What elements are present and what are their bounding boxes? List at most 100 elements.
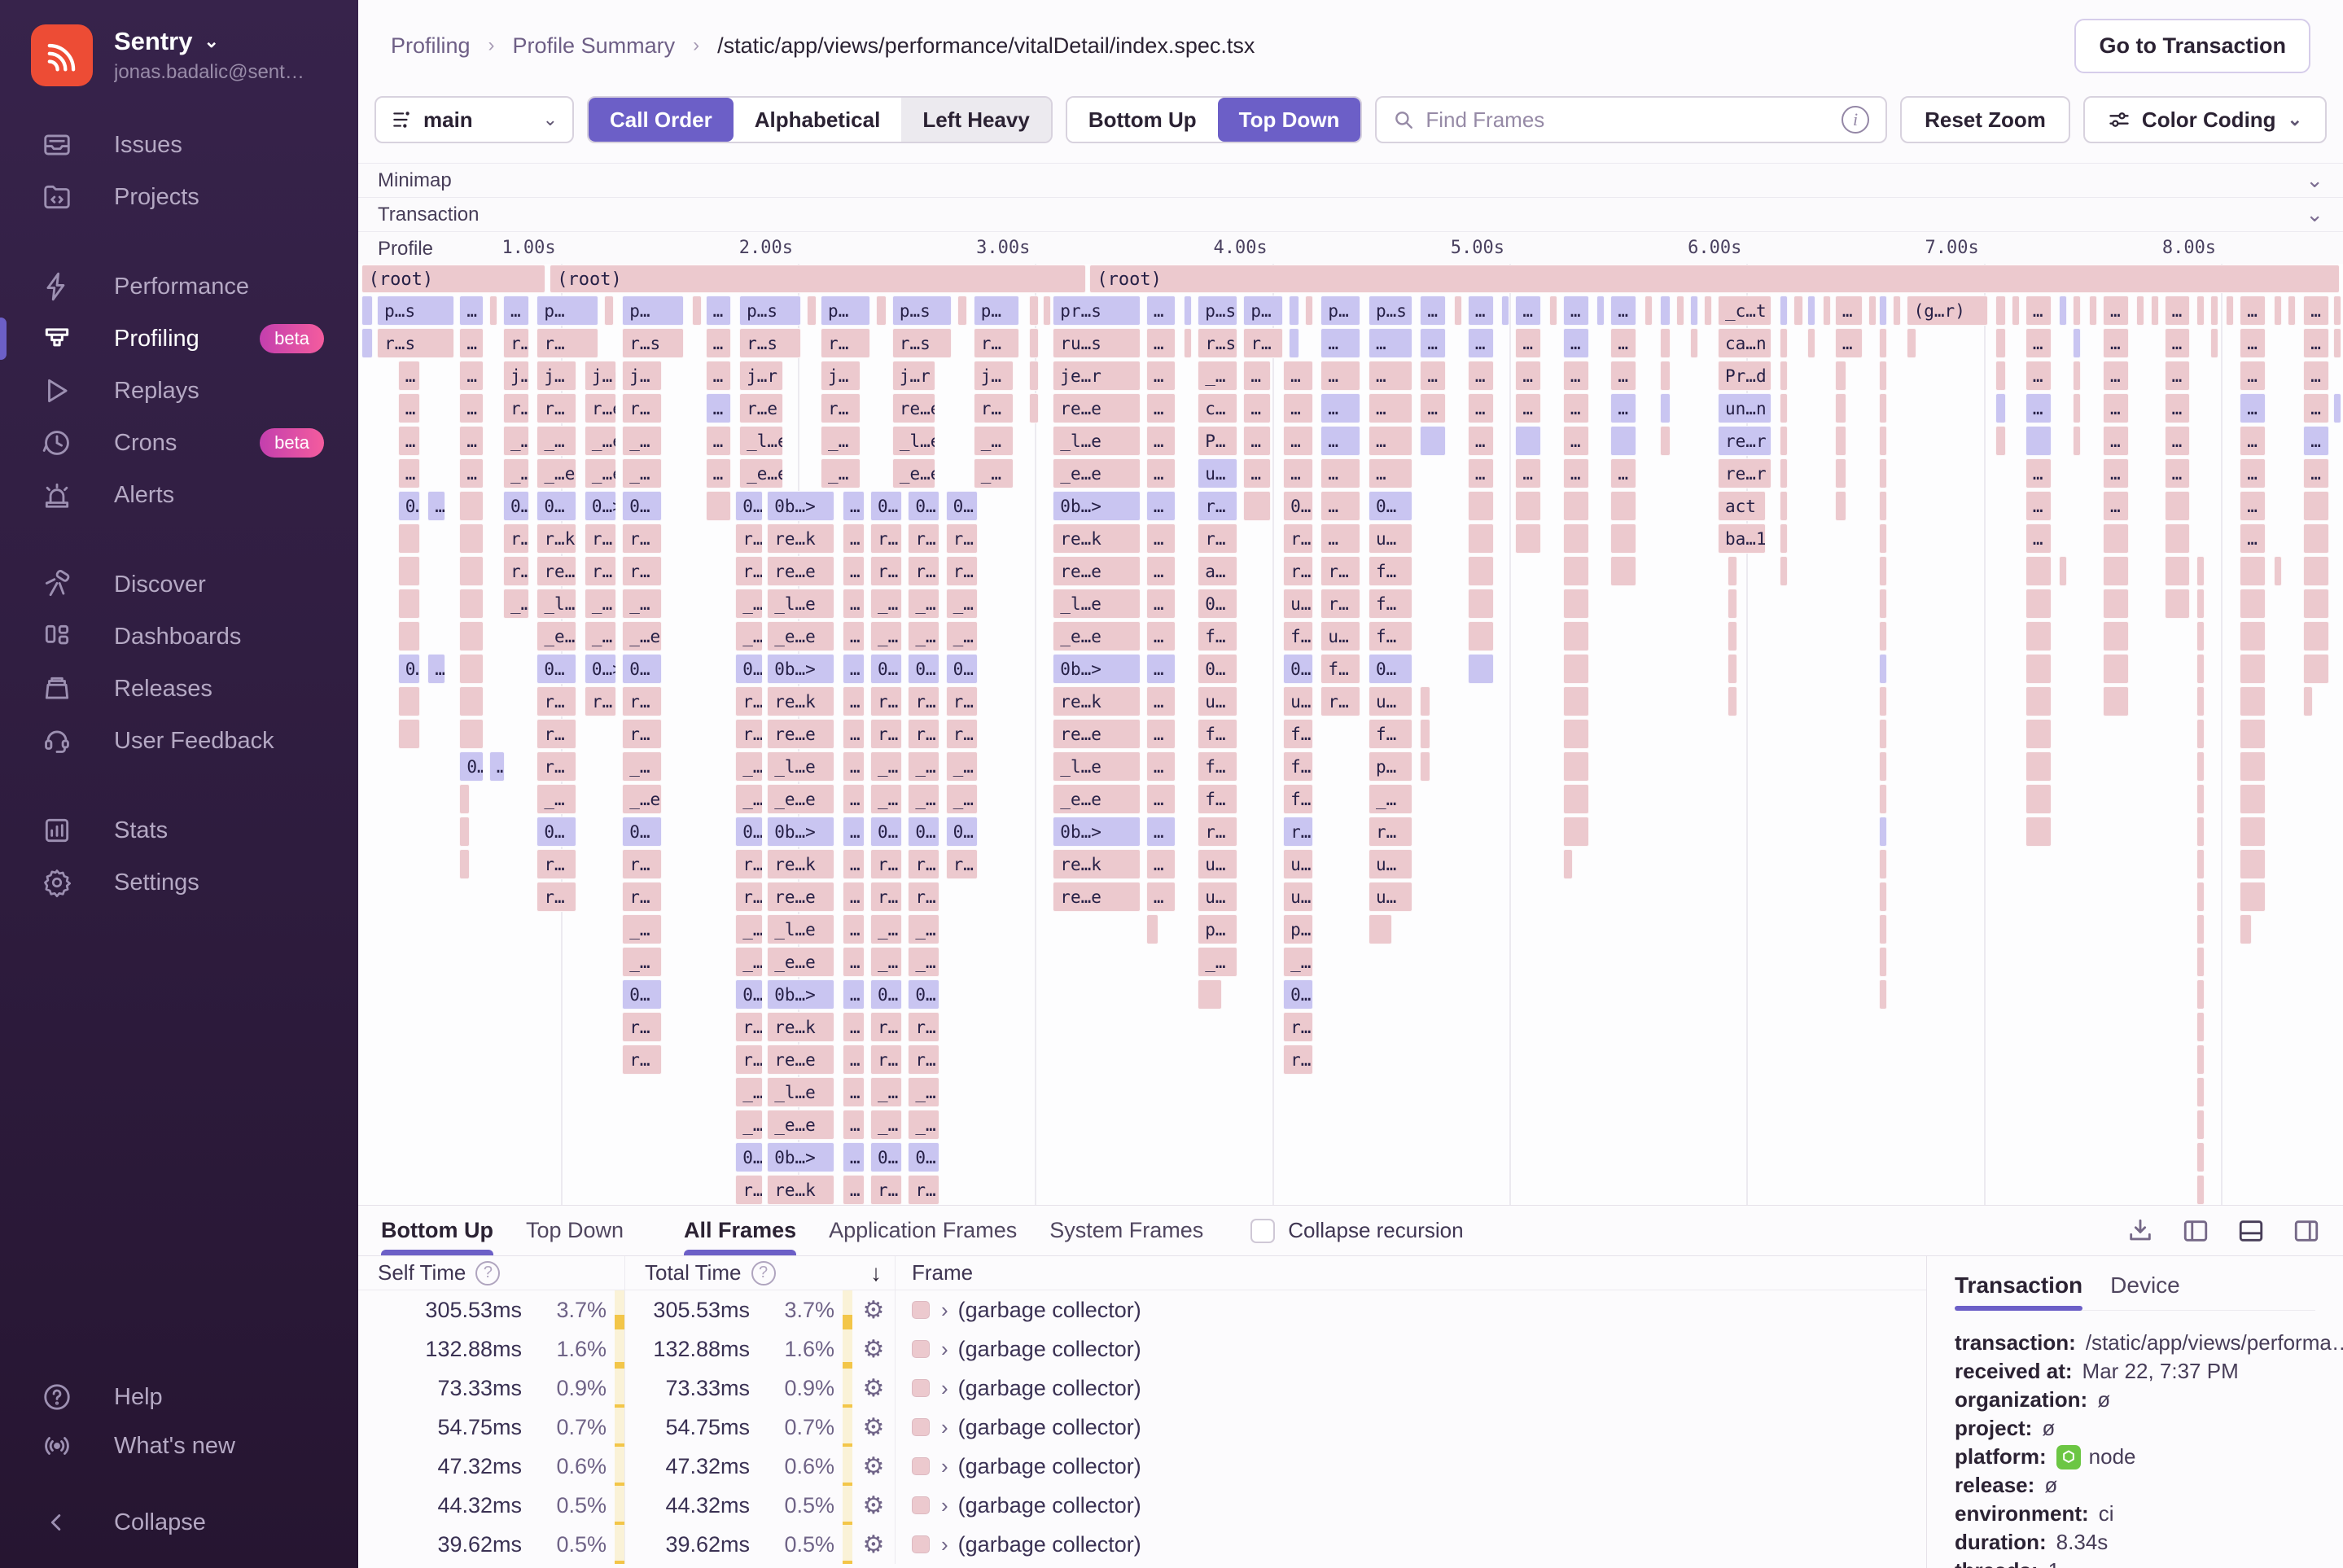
flame-frame[interactable]: r… [735, 882, 764, 912]
flame-frame[interactable]: … [2025, 296, 2052, 326]
flame-frame[interactable]: r…e [739, 393, 783, 423]
flame-frame[interactable]: … [705, 458, 732, 488]
flame-frame[interactable]: j… [536, 361, 577, 391]
flame-frame[interactable]: … [2025, 393, 2052, 423]
flame-frame[interactable] [604, 296, 615, 326]
flame-frame[interactable]: … [2240, 361, 2266, 391]
flame-frame[interactable]: … [1467, 393, 1494, 423]
flame-frame[interactable]: r…s [1198, 328, 1238, 358]
flame-frame[interactable]: _… [821, 458, 861, 488]
color-coding-button[interactable]: Color Coding ⌄ [2082, 96, 2327, 143]
flame-frame[interactable] [691, 296, 702, 326]
flame-frame[interactable]: 0… [945, 491, 978, 521]
flame-frame[interactable]: r… [1368, 817, 1412, 847]
flame-frame[interactable]: re…r [1718, 426, 1771, 456]
reset-zoom-button[interactable]: Reset Zoom [1900, 96, 2070, 143]
flame-frame[interactable]: … [2025, 523, 2052, 554]
flame-frame[interactable]: _l…e [739, 426, 783, 456]
flame-frame[interactable]: … [1467, 458, 1494, 488]
flame-frame[interactable]: … [1562, 328, 1589, 358]
flame-frame[interactable]: 0… [945, 817, 978, 847]
flame-frame[interactable]: _e…e [536, 621, 577, 651]
flame-frame[interactable] [1728, 686, 1738, 716]
flame-frame[interactable]: 0…> [502, 491, 529, 521]
flame-frame[interactable]: 0… [536, 654, 577, 684]
flame-frame[interactable] [1703, 296, 1712, 326]
chevron-right-icon[interactable]: › [941, 1454, 948, 1479]
flame-frame[interactable]: r… [1320, 589, 1361, 619]
flame-frame[interactable] [1779, 393, 1788, 423]
flame-frame[interactable]: r… [870, 556, 902, 586]
flame-frame[interactable]: … [2164, 361, 2191, 391]
flame-frame[interactable] [1878, 914, 1887, 944]
flame-frame[interactable]: r… [622, 393, 662, 423]
flame-frame[interactable]: 0… [908, 1142, 940, 1172]
flame-frame[interactable] [459, 523, 484, 554]
flame-frame[interactable] [1878, 947, 1887, 977]
flame-frame[interactable]: … [1145, 751, 1176, 782]
flame-frame[interactable] [2025, 589, 2052, 619]
flame-frame[interactable]: … [427, 654, 446, 684]
flame-frame[interactable]: r… [1283, 523, 1313, 554]
flame-frame[interactable]: re…e [767, 719, 835, 749]
flame-frame[interactable]: u… [1320, 621, 1361, 651]
flame-frame[interactable]: … [842, 947, 865, 977]
flame-frame[interactable]: 0… [870, 817, 902, 847]
flame-frame[interactable] [2196, 947, 2205, 977]
flame-frame[interactable]: 0… [908, 654, 940, 684]
flame-frame[interactable] [2196, 719, 2205, 749]
flame-frame[interactable]: _l…e [891, 426, 936, 456]
flame-frame[interactable]: r… [870, 523, 902, 554]
flame-frame[interactable]: r… [622, 882, 662, 912]
flame-frame[interactable]: … [842, 1175, 865, 1205]
flame-frame[interactable]: … [842, 849, 865, 879]
flame-frame[interactable] [2240, 589, 2266, 619]
flame-frame[interactable] [2196, 1077, 2205, 1107]
flame-frame[interactable]: re…e [536, 556, 577, 586]
flame-frame[interactable]: … [1243, 393, 1272, 423]
flame-frame[interactable]: 0… [536, 817, 577, 847]
flame-frame[interactable]: … [1610, 328, 1637, 358]
flame-frame[interactable]: r…k [536, 523, 577, 554]
flame-frame[interactable]: … [2303, 426, 2329, 456]
flame-frame[interactable]: un…n [1718, 393, 1771, 423]
flame-frame[interactable]: … [1320, 393, 1361, 423]
chevron-right-icon[interactable]: › [941, 1376, 948, 1401]
flame-frame[interactable] [2025, 719, 2052, 749]
flame-frame[interactable]: _e…e [767, 1110, 835, 1140]
flame-frame[interactable]: r… [908, 686, 940, 716]
flamegraph[interactable]: (root) (root) (root) p…s…… p… p…… p…s p… p…s p… pr… [358, 264, 2343, 1205]
flame-frame[interactable] [1823, 296, 1832, 326]
sidebar-item-performance[interactable]: Performance [0, 261, 358, 313]
flame-frame[interactable] [1548, 296, 1557, 326]
segment-left-heavy[interactable]: Left Heavy [901, 98, 1051, 142]
flame-frame[interactable] [1878, 817, 1887, 847]
flame-frame[interactable]: _… [622, 458, 662, 488]
flame-frame[interactable] [2025, 784, 2052, 814]
flame-frame[interactable]: 0… [397, 491, 420, 521]
flame-frame[interactable]: r… [821, 393, 861, 423]
flame-frame[interactable]: r… [622, 556, 662, 586]
flame-frame[interactable] [459, 589, 484, 619]
flame-frame[interactable] [2150, 296, 2159, 326]
flame-frame[interactable]: _c…t [1718, 296, 1771, 326]
flame-frame[interactable]: _…e [584, 426, 616, 456]
flame-frame[interactable]: … [1562, 458, 1589, 488]
flame-frame[interactable] [1610, 556, 1637, 586]
flame-frame[interactable]: _… [735, 1110, 764, 1140]
sidebar-item-stats[interactable]: Stats [0, 804, 358, 856]
flame-frame[interactable] [459, 686, 484, 716]
flame-frame[interactable]: … [842, 621, 865, 651]
flame-frame[interactable] [397, 523, 420, 554]
flame-frame[interactable]: f… [1198, 784, 1238, 814]
flame-frame[interactable]: 0… [536, 491, 577, 521]
flame-frame[interactable]: f… [1368, 556, 1412, 586]
flame-frame[interactable]: r… [870, 849, 902, 879]
flame-frame[interactable] [2196, 1045, 2205, 1075]
flame-frame[interactable]: r… [735, 1175, 764, 1205]
flame-frame[interactable]: p…s [891, 296, 952, 326]
flame-frame[interactable] [1029, 328, 1040, 358]
sidebar-item-crons[interactable]: Crons beta [0, 417, 358, 469]
flame-frame[interactable] [2073, 296, 2082, 326]
flame-frame[interactable]: … [459, 296, 484, 326]
